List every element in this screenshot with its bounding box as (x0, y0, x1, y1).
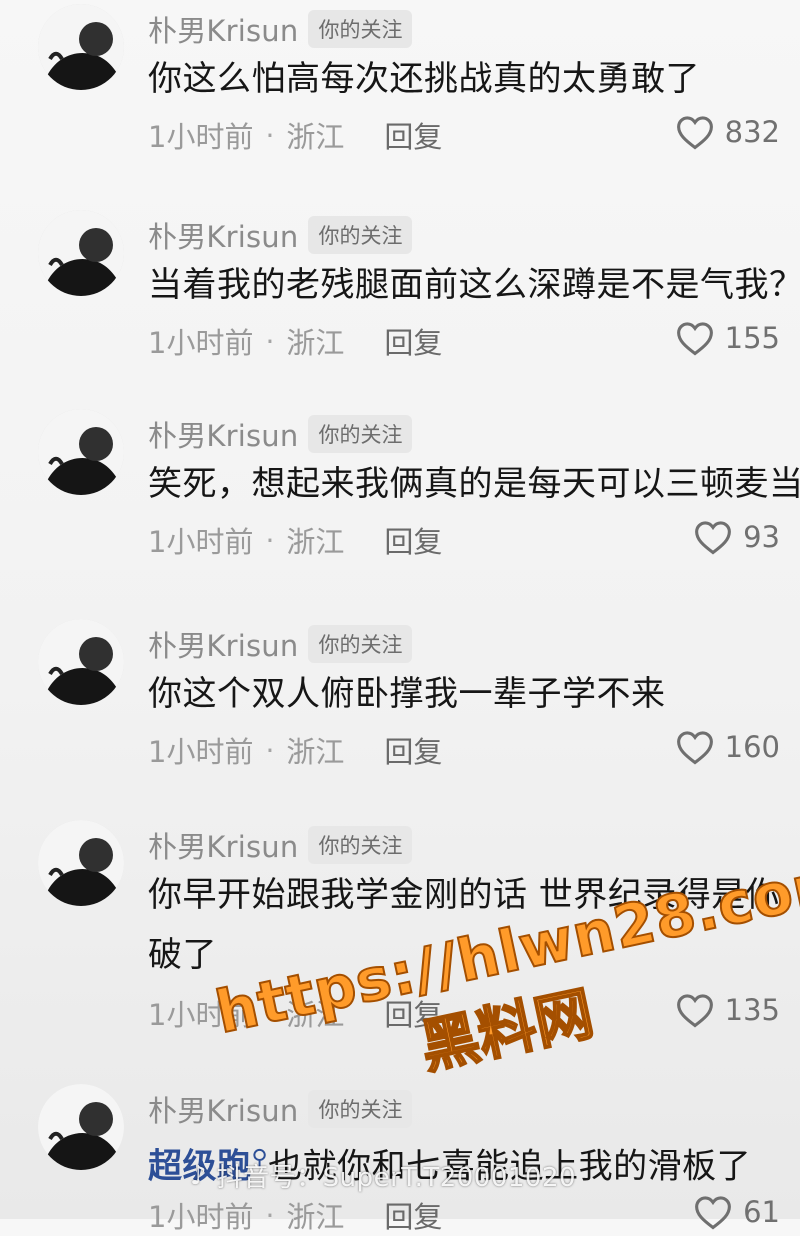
author-name[interactable]: 朴男Krisun (148, 214, 298, 256)
reply-button[interactable]: 回复 (384, 1194, 442, 1236)
person-avatar-icon (38, 820, 124, 906)
timestamp: 1小时前 (148, 525, 254, 559)
location: 浙江 (286, 1200, 345, 1234)
timestamp: 1小时前 (148, 1200, 254, 1234)
comment-text: 笑死，想起来我俩真的是每天可以三顿麦当 (148, 464, 800, 504)
heart-icon (676, 116, 713, 150)
timestamp: 1小时前 (148, 120, 254, 154)
author-row: 朴男Krisun 你的关注 (148, 413, 413, 455)
comment-meta: 1小时前 · 浙江 回复 (148, 992, 442, 1034)
follow-badge: 你的关注 (308, 826, 413, 864)
avatar[interactable] (38, 210, 124, 296)
avatar[interactable] (38, 4, 124, 90)
avatar[interactable] (38, 820, 124, 906)
comment-meta: 1小时前 · 浙江 回复 (148, 519, 442, 561)
location: 浙江 (286, 525, 345, 559)
comment-text-line-2: 破了 (148, 935, 217, 975)
like-button[interactable]: 93 (693, 519, 780, 555)
author-name[interactable]: 朴男Krisun (148, 623, 298, 665)
like-count: 135 (724, 993, 780, 1027)
heart-icon (695, 1196, 732, 1230)
location-dot: · (265, 733, 275, 767)
author-row: 朴男Krisun 你的关注 (148, 623, 413, 665)
location: 浙江 (286, 998, 345, 1032)
author-row: 朴男Krisun 你的关注 (148, 824, 413, 866)
person-avatar-icon (38, 409, 124, 495)
mention-link[interactable]: 超级跑 (148, 1146, 252, 1186)
timestamp: 1小时前 (148, 998, 254, 1032)
comment-text: 你这个双人俯卧撑我一辈子学不来 (148, 674, 666, 714)
follow-badge: 你的关注 (308, 1090, 413, 1128)
author-name[interactable]: 朴男Krisun (148, 413, 298, 455)
like-button[interactable]: 832 (675, 114, 780, 150)
comment-text: 当着我的老残腿面前这么深蹲是不是气我？ (148, 265, 800, 305)
location: 浙江 (286, 120, 345, 154)
follow-badge: 你的关注 (308, 216, 413, 254)
follow-badge: 你的关注 (308, 415, 413, 453)
heart-icon (676, 322, 713, 356)
location-dot: · (265, 523, 275, 557)
location-dot: · (265, 1198, 275, 1232)
person-avatar-icon (38, 619, 124, 705)
location-dot: · (265, 324, 275, 358)
reply-button[interactable]: 回复 (384, 729, 442, 771)
comment-meta: 1小时前 · 浙江 回复 (148, 114, 442, 156)
heart-icon (676, 994, 713, 1028)
like-count: 61 (743, 1195, 780, 1229)
reply-button[interactable]: 回复 (384, 519, 442, 561)
comment-text-line-1: 你早开始跟我学金刚的话 世界纪录得是你 (148, 875, 781, 915)
heart-icon (695, 521, 732, 555)
like-count: 155 (724, 321, 780, 355)
person-avatar-icon (38, 4, 124, 90)
timestamp: 1小时前 (148, 735, 254, 769)
author-name[interactable]: 朴男Krisun (148, 824, 298, 866)
comment-meta: 1小时前 · 浙江 回复 (148, 320, 442, 362)
comment-meta: 1小时前 · 浙江 回复 (148, 1194, 442, 1236)
comment-text-body: 也就你和七喜能追上我的滑板了 (268, 1146, 752, 1187)
like-button[interactable]: 155 (675, 320, 780, 356)
author-row: 朴男Krisun 你的关注 (148, 1088, 413, 1130)
follow-badge: 你的关注 (308, 10, 413, 48)
comment-meta: 1小时前 · 浙江 回复 (148, 729, 442, 771)
like-count: 93 (743, 520, 780, 554)
location: 浙江 (286, 735, 345, 769)
like-button[interactable]: 135 (675, 992, 780, 1028)
location: 浙江 (286, 326, 345, 360)
avatar[interactable] (38, 619, 124, 705)
like-count: 832 (724, 115, 780, 149)
avatar[interactable] (38, 409, 124, 495)
reply-button[interactable]: 回复 (384, 320, 442, 362)
person-avatar-icon (38, 1084, 124, 1170)
reply-button[interactable]: 回复 (384, 114, 442, 156)
author-name[interactable]: 朴男Krisun (148, 1088, 298, 1130)
author-name[interactable]: 朴男Krisun (148, 8, 298, 50)
author-row: 朴男Krisun 你的关注 (148, 8, 413, 50)
comment-text: 你这么怕高每次还挑战真的太勇敢了 (148, 59, 700, 99)
follow-badge: 你的关注 (308, 625, 413, 663)
like-count: 160 (724, 730, 780, 764)
heart-icon (676, 731, 713, 765)
reply-button[interactable]: 回复 (384, 992, 442, 1034)
location-dot: · (265, 996, 275, 1030)
like-button[interactable]: 61 (693, 1194, 780, 1230)
avatar[interactable] (38, 1084, 124, 1170)
timestamp: 1小时前 (148, 326, 254, 360)
location-dot: · (265, 118, 275, 152)
comment-text: 超级跑⚲也就你和七喜能追上我的滑板了 (148, 1128, 800, 1197)
like-button[interactable]: 160 (675, 729, 780, 765)
author-row: 朴男Krisun 你的关注 (148, 214, 413, 256)
search-icon[interactable]: ⚲ (252, 1146, 269, 1171)
person-avatar-icon (38, 210, 124, 296)
